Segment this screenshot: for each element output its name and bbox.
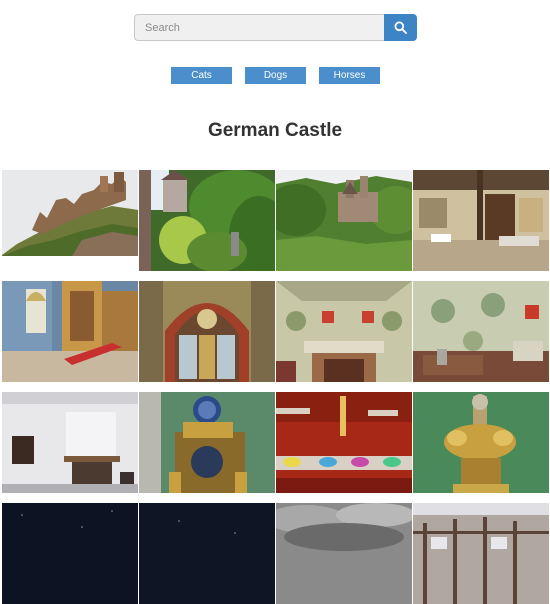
gothic-window-photo[interactable] bbox=[139, 281, 275, 382]
search-input[interactable] bbox=[134, 14, 384, 41]
cats-button[interactable]: Cats bbox=[171, 67, 232, 84]
treasury-display-photo[interactable] bbox=[276, 392, 412, 493]
castle-forest-tower-photo[interactable] bbox=[139, 170, 275, 271]
cloudy-sky-photo[interactable] bbox=[276, 503, 412, 604]
ornate-gold-clock-photo[interactable] bbox=[139, 392, 275, 493]
white-room-fireplace-photo[interactable] bbox=[2, 392, 138, 493]
search-bar bbox=[134, 14, 417, 41]
castle-hall-interior-photo[interactable] bbox=[413, 170, 549, 271]
horses-button[interactable]: Horses bbox=[319, 67, 380, 84]
gold-centerpiece-photo[interactable] bbox=[413, 392, 549, 493]
page-title: German Castle bbox=[207, 120, 343, 141]
search-button[interactable] bbox=[384, 14, 417, 41]
dogs-button[interactable]: Dogs bbox=[245, 67, 306, 84]
painted-room-photo[interactable] bbox=[413, 281, 549, 382]
castle-valley-photo[interactable] bbox=[276, 170, 412, 271]
night-sky-photo[interactable] bbox=[2, 503, 138, 604]
painted-fireplace-photo[interactable] bbox=[276, 281, 412, 382]
gothic-chapel-photo[interactable] bbox=[2, 281, 138, 382]
night-sky-photo-2[interactable] bbox=[139, 503, 275, 604]
half-timbered-house-photo[interactable] bbox=[413, 503, 549, 604]
search-icon bbox=[394, 21, 407, 34]
castle-on-hill-photo[interactable] bbox=[2, 170, 138, 271]
category-buttons: Cats Dogs Horses bbox=[0, 67, 550, 84]
